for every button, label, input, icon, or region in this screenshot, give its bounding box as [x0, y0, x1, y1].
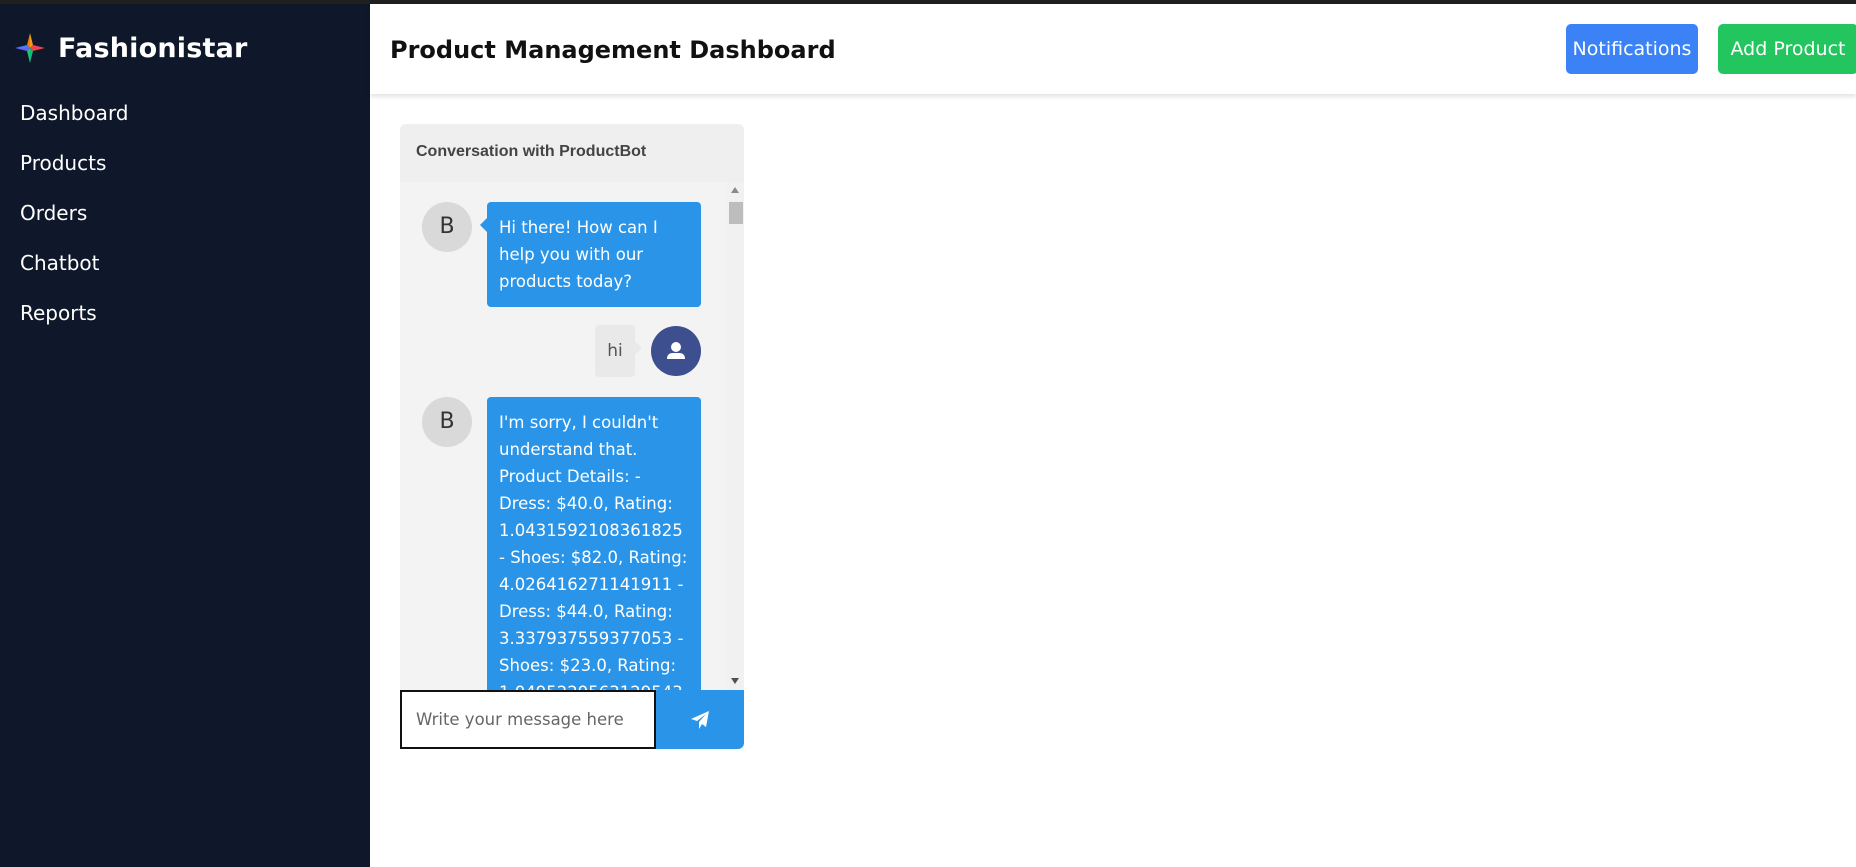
- bot-message: Hi there! How can I help you with our pr…: [480, 202, 701, 307]
- sidebar-item-products[interactable]: Products: [0, 142, 370, 192]
- chat-messages[interactable]: B Hi there! How can I help you with our …: [400, 182, 744, 690]
- brand[interactable]: Fashionistar: [14, 28, 248, 68]
- scrollbar-thumb[interactable]: [729, 202, 743, 224]
- chat-widget: Conversation with ProductBot B Hi there!…: [400, 124, 744, 749]
- chat-scrollbar[interactable]: [726, 182, 744, 690]
- chat-input-row: [400, 690, 744, 749]
- user-icon: [667, 342, 685, 359]
- bot-avatar: B: [422, 202, 472, 252]
- sidebar: Fashionistar Dashboard Products Orders C…: [0, 4, 370, 867]
- scroll-down-arrow-icon[interactable]: [731, 678, 739, 684]
- message-input[interactable]: [400, 690, 656, 749]
- paper-plane-icon: [691, 710, 709, 729]
- chat-title: Conversation with ProductBot: [400, 124, 744, 182]
- send-button[interactable]: [656, 690, 744, 749]
- page-title: Product Management Dashboard: [390, 36, 836, 64]
- sidebar-item-reports[interactable]: Reports: [0, 292, 370, 342]
- sidebar-nav: Dashboard Products Orders Chatbot Report…: [0, 92, 370, 342]
- user-message: hi: [595, 325, 642, 377]
- brand-name: Fashionistar: [58, 32, 248, 64]
- user-avatar: [651, 326, 701, 376]
- top-header: Product Management Dashboard Notificatio…: [370, 4, 1856, 94]
- notifications-button[interactable]: Notifications: [1566, 24, 1698, 74]
- sidebar-item-dashboard[interactable]: Dashboard: [0, 92, 370, 142]
- sidebar-item-orders[interactable]: Orders: [0, 192, 370, 242]
- scroll-up-arrow-icon[interactable]: [731, 187, 739, 193]
- star-logo-icon: [15, 33, 45, 63]
- sidebar-item-chatbot[interactable]: Chatbot: [0, 242, 370, 292]
- add-product-button[interactable]: Add Product: [1718, 24, 1856, 74]
- bot-avatar: B: [422, 397, 472, 447]
- bot-message: I'm sorry, I couldn't understand that. P…: [487, 397, 701, 690]
